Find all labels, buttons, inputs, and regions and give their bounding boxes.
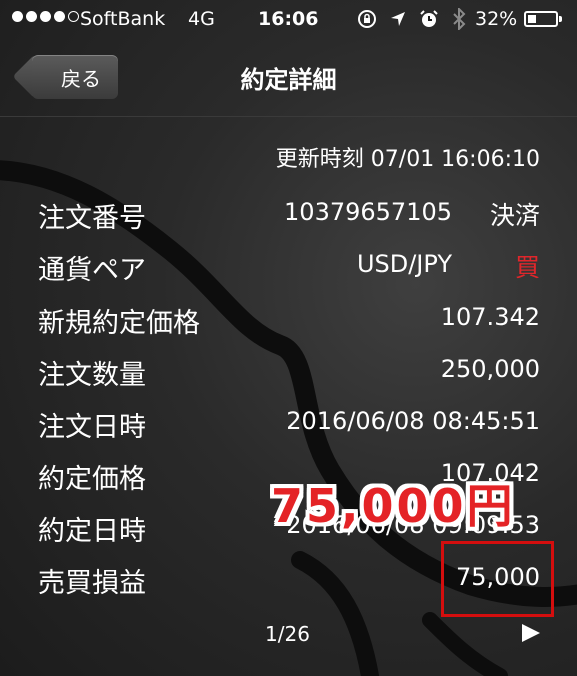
quantity-value: 250,000 xyxy=(440,355,540,383)
order-number-row: 注文番号 10379657105 決済 xyxy=(38,196,540,236)
order-status: 決済 xyxy=(489,201,540,230)
exec-datetime-label: 約定日時 xyxy=(38,516,146,547)
page-indicator: 1/26 xyxy=(265,622,310,646)
currency-pair-value: USD/JPY xyxy=(356,250,452,278)
update-timestamp: 更新時刻 07/01 16:06:10 xyxy=(275,147,540,172)
trade-side: 買 xyxy=(514,253,540,282)
pnl-callout: 75,000円 xyxy=(271,479,516,533)
new-price-label: 新規約定価格 xyxy=(38,308,200,339)
new-price-row: 新規約定価格 107.342 xyxy=(38,301,540,341)
pnl-label: 売買損益 xyxy=(38,568,146,599)
order-datetime-value: 2016/06/08 08:45:51 xyxy=(286,407,540,435)
quantity-row: 注文数量 250,000 xyxy=(38,353,540,393)
order-number-value: 10379657105 xyxy=(284,198,452,226)
currency-pair-label: 通貨ペア xyxy=(38,255,146,286)
play-icon[interactable] xyxy=(519,622,543,644)
currency-pair-row: 通貨ペア USD/JPY 買 xyxy=(38,248,540,288)
order-number-label: 注文番号 xyxy=(38,203,146,234)
exec-price-label: 約定価格 xyxy=(38,464,146,495)
order-datetime-label: 注文日時 xyxy=(38,412,146,443)
order-datetime-row: 注文日時 2016/06/08 08:45:51 xyxy=(38,405,540,445)
quantity-label: 注文数量 xyxy=(38,360,146,391)
new-price-value: 107.342 xyxy=(440,303,540,331)
pnl-highlight-box xyxy=(441,541,554,617)
